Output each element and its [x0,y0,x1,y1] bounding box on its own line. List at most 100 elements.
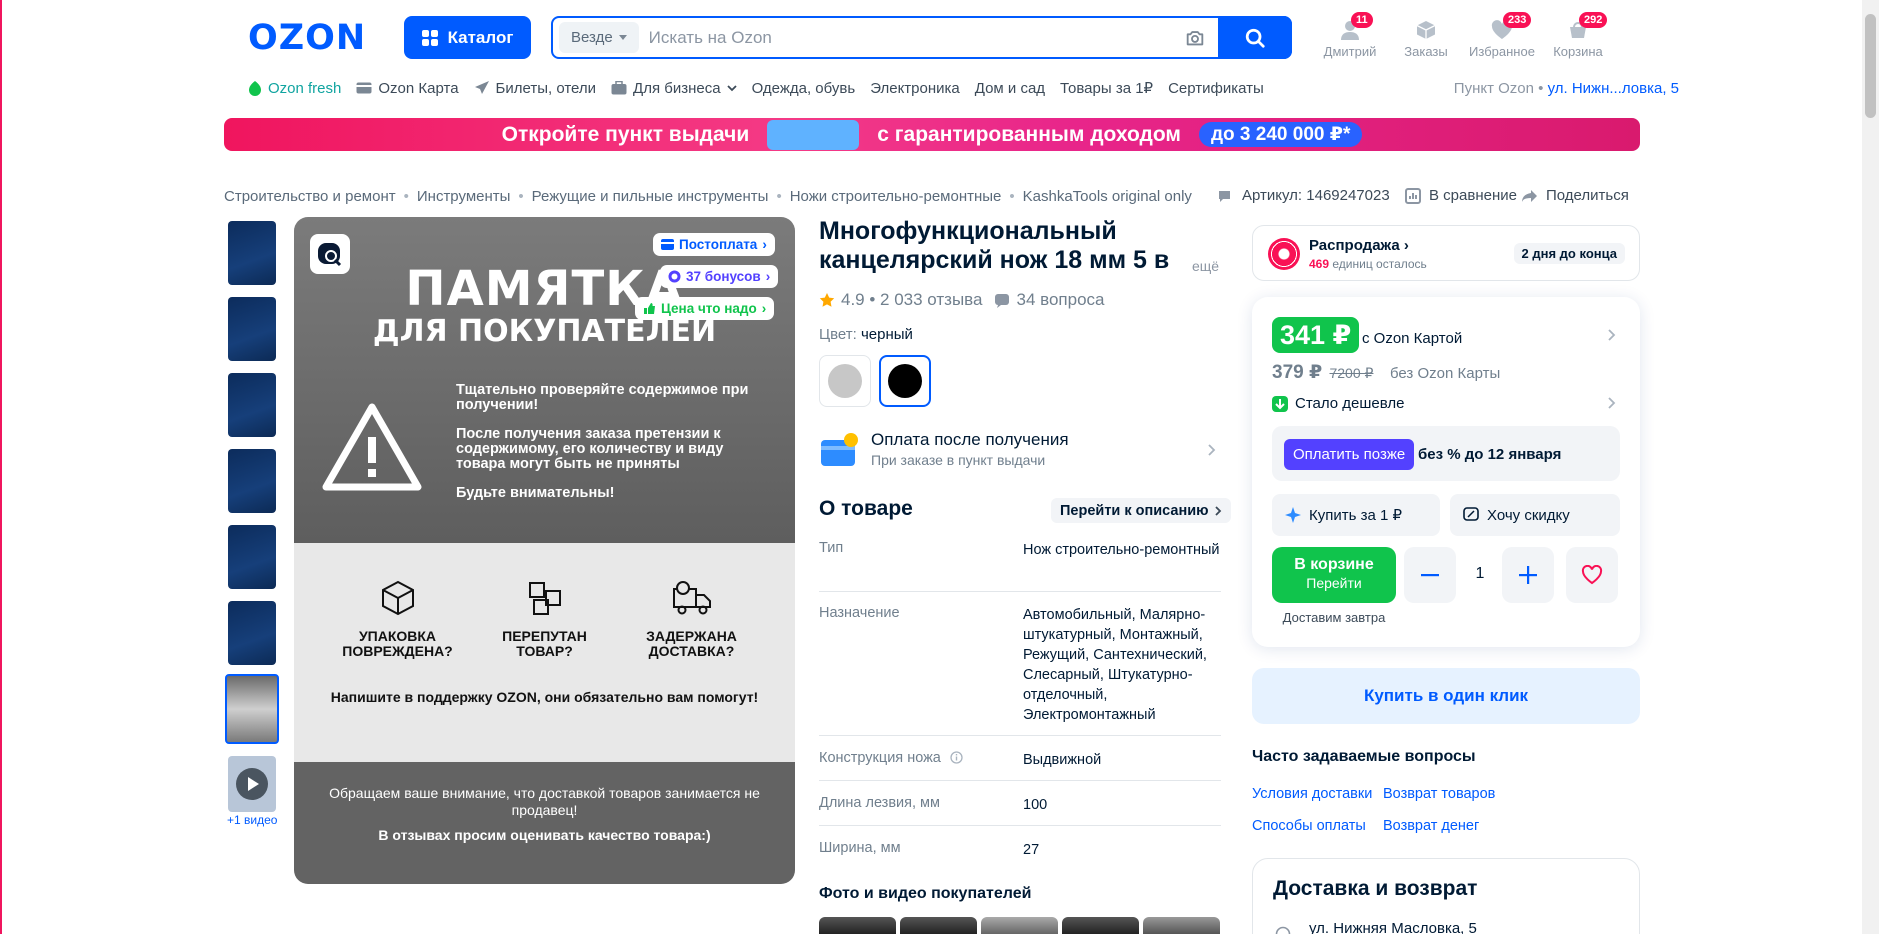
customer-photo[interactable] [1143,917,1220,934]
spec-key: Тип [819,540,844,556]
gallery-thumbnail[interactable] [228,221,276,285]
compare-button[interactable]: В сравнение [1405,187,1517,204]
sale-block[interactable]: Распродажа › 469 единиц осталось 2 дня д… [1252,225,1640,281]
breadcrumb-item[interactable]: Ножи строительно-ремонтные [790,188,1002,205]
nav-label: Билеты, отели [495,79,597,97]
faq-link[interactable]: Способы оплаты [1252,818,1366,834]
pickup-point[interactable]: Пункт Ozon • ул. Нижн...ловка, 5 [1454,80,1679,97]
card-icon [661,239,674,250]
gallery-thumbnail[interactable] [228,601,276,665]
catalog-button[interactable]: Каталог [404,16,531,59]
buy-one-click-button[interactable]: Купить в один клик [1252,668,1640,724]
pay-later-button[interactable]: Оплатить позже [1284,439,1415,470]
scrollbar[interactable] [1862,0,1879,934]
gallery-thumbnail[interactable] [228,449,276,513]
image-icon-block: УПАКОВКА ПОВРЕЖДЕНА? [333,579,463,659]
image-search-button[interactable] [310,234,350,274]
rating[interactable]: 4.9 • 2 033 отзыва 34 вопроса [819,290,1104,310]
header-user[interactable]: 11 Дмитрий [1310,12,1390,59]
camera-icon[interactable] [1184,27,1206,49]
header-favorites[interactable]: 233 Избранное [1462,12,1542,59]
goto-description-button[interactable]: Перейти к описанию [1051,498,1231,523]
briefcase-icon [611,81,627,95]
nav-item-clothes[interactable]: Одежда, обувь [752,80,856,97]
search-input[interactable] [638,27,1184,48]
article-number[interactable]: Артикул: 1469247023 [1218,187,1390,204]
goto-description-label: Перейти к описанию [1060,502,1209,519]
faq-link[interactable]: Возврат товаров [1383,786,1495,802]
info-icon[interactable] [950,751,963,764]
nav-item-ozon-card[interactable]: Ozon Карта [356,79,459,97]
color-swatch-black[interactable] [879,355,931,407]
delivery-return-block: Доставка и возврат ул. Нижняя Масловка, … [1252,858,1640,934]
banner-text-mid: с гарантированным доходом [877,122,1181,146]
gallery-video-thumbnail[interactable] [228,756,276,812]
delivery-address[interactable]: ул. Нижняя Масловка, 5 [1309,920,1477,934]
ozon-logo[interactable]: OZON [248,18,366,58]
breadcrumb-item[interactable]: Строительство и ремонт [224,188,396,205]
tag-postpay[interactable]: Постоплата › [653,233,775,256]
customer-photo[interactable] [819,917,896,934]
faq-link[interactable]: Условия доставки [1252,786,1372,802]
want-discount-button[interactable]: Хочу скидку [1450,494,1620,536]
share-button[interactable]: Поделиться [1521,187,1629,204]
nav-item-certificates[interactable]: Сертификаты [1168,80,1264,97]
color-swatch-circle [888,364,922,398]
price-dropped[interactable]: Стало дешевле [1272,395,1405,412]
breadcrumb-item[interactable]: Режущие и пильные инструменты [532,188,769,205]
spec-key: Конструкция ножа [819,750,941,766]
tag-label: Постоплата [679,237,758,252]
chevron-right-icon [1214,505,1221,516]
search-button[interactable] [1218,16,1292,59]
chevron-right-icon[interactable] [1608,397,1616,409]
customer-photo[interactable] [1062,917,1139,934]
gallery-thumbnail[interactable] [228,373,276,437]
spec-key: Ширина, мм [819,840,901,856]
image-icon-label: ПЕРЕПУТАН ТОВАР? [502,628,587,659]
nav-label: Ozon Карта [378,79,459,97]
color-value: черный [860,326,913,343]
user-badge: 11 [1351,12,1373,28]
plane-icon [474,81,489,94]
warning-icon [322,403,422,491]
title-more-link[interactable]: ещё [1192,258,1219,274]
in-cart-button[interactable]: В корзине Перейти [1272,547,1396,603]
customer-photo[interactable] [981,917,1058,934]
scrollbar-thumb[interactable] [1865,14,1876,118]
header-orders[interactable]: Заказы [1386,16,1466,59]
add-favorite-button[interactable] [1566,547,1618,603]
image-bottom-text: Обращаем ваше внимание, что доставкой то… [329,785,760,818]
faq-link[interactable]: Возврат денег [1383,818,1479,834]
nav-item-electronics[interactable]: Электроника [870,80,960,97]
spec-row: Назначение Автомобильный, Малярно-штукат… [819,605,1221,736]
cart-label: Корзина [1553,44,1603,59]
buy-for-1-button[interactable]: Купить за 1 ₽ [1272,494,1440,536]
sale-title: Распродажа › [1309,237,1409,254]
quantity-decrease-button[interactable] [1404,547,1456,603]
video-count[interactable]: +1 видео [227,813,277,827]
discount-chat-icon [1463,507,1479,521]
tag-bonuses[interactable]: 37 бонусов › [660,265,779,288]
quantity-increase-button[interactable] [1502,547,1554,603]
gallery-thumbnail[interactable] [228,525,276,589]
search-scope-select[interactable]: Везде [559,22,639,53]
compare-label: В сравнение [1429,187,1517,204]
nav-item-ozon-fresh[interactable]: Ozon fresh [248,80,341,97]
nav-item-business[interactable]: Для бизнеса [611,80,737,97]
nav-item-home[interactable]: Дом и сад [975,80,1045,97]
nav-item-1rub[interactable]: Товары за 1₽ [1060,79,1153,97]
customer-photo[interactable] [900,917,977,934]
image-text: Будьте внимательны! [456,485,615,501]
nav-item-tickets[interactable]: Билеты, отели [474,79,597,97]
color-key: Цвет: [819,326,857,343]
gallery-thumbnail-selected[interactable] [225,674,279,744]
header-cart[interactable]: 292 Корзина [1538,12,1618,59]
promo-banner[interactable]: Откройте пункт выдачи с гарантированным … [224,118,1640,151]
breadcrumb-item[interactable]: Инструменты [417,188,511,205]
tag-good-price[interactable]: Цена что надо › [635,297,775,320]
color-swatch-gray[interactable] [819,355,871,407]
gallery-thumbnail[interactable] [228,297,276,361]
chevron-right-icon[interactable] [1608,329,1616,341]
banner-pill: до 3 240 000 ₽* [1198,122,1363,147]
breadcrumb-item[interactable]: KashkaTools original only [1023,188,1192,205]
